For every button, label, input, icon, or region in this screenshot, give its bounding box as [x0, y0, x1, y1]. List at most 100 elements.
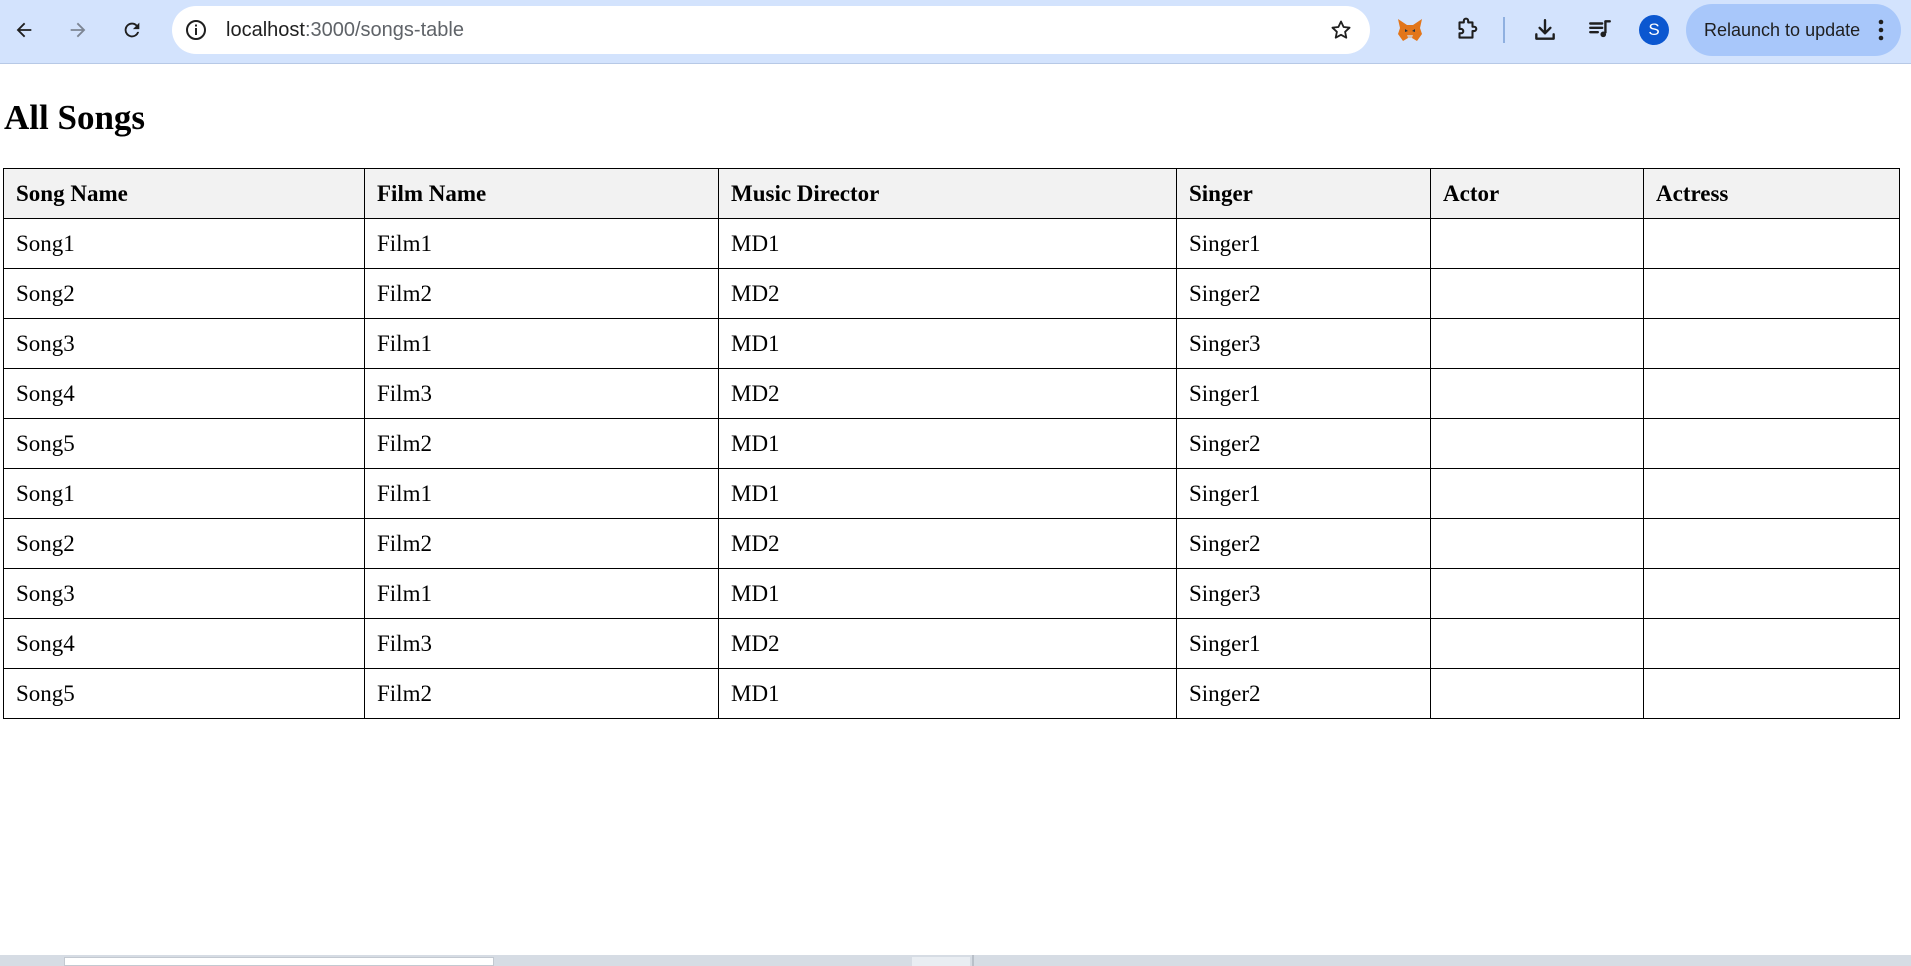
column-header-actor: Actor — [1430, 168, 1644, 219]
table-row: Song4 Film3 MD2 Singer1 — [3, 368, 1900, 419]
cell-actor — [1430, 618, 1644, 669]
cell-song-name: Song2 — [3, 518, 365, 569]
cell-film-name: Film3 — [364, 368, 719, 419]
cell-actor — [1430, 668, 1644, 719]
cell-music-director: MD2 — [718, 618, 1177, 669]
table-row: Song5 Film2 MD1 Singer2 — [3, 418, 1900, 469]
cell-actress — [1643, 668, 1900, 719]
forward-button[interactable] — [60, 12, 96, 48]
cell-actress — [1643, 518, 1900, 569]
cell-singer: Singer1 — [1176, 368, 1431, 419]
cell-actor — [1430, 368, 1644, 419]
cell-film-name: Film1 — [364, 468, 719, 519]
cell-singer: Singer2 — [1176, 268, 1431, 319]
arrow-right-icon — [70, 22, 86, 38]
reload-icon — [124, 22, 140, 38]
cell-song-name: Song3 — [3, 318, 365, 369]
cell-music-director: MD1 — [718, 568, 1177, 619]
table-row: Song5 Film2 MD1 Singer2 — [3, 668, 1900, 719]
cell-music-director: MD1 — [718, 668, 1177, 719]
avatar[interactable]: S — [1639, 15, 1669, 45]
cell-film-name: Film2 — [364, 418, 719, 469]
column-header-actress: Actress — [1643, 168, 1900, 219]
relaunch-button[interactable]: Relaunch to update — [1686, 4, 1901, 56]
relaunch-label: Relaunch to update — [1704, 20, 1861, 40]
puzzle-icon[interactable] — [1450, 14, 1482, 46]
arrow-left-icon — [16, 22, 32, 38]
url-host: localhost — [226, 19, 305, 41]
table-row: Song3 Film1 MD1 Singer3 — [3, 318, 1900, 369]
browser-toolbar: localhost:3000/songs-table S Relaunch to… — [0, 0, 1911, 64]
download-icon[interactable] — [1529, 14, 1561, 46]
cell-actress — [1643, 268, 1900, 319]
cell-song-name: Song4 — [3, 368, 365, 419]
cell-song-name: Song1 — [3, 468, 365, 519]
cell-actress — [1643, 418, 1900, 469]
cell-song-name: Song2 — [3, 268, 365, 319]
cell-actress — [1643, 568, 1900, 619]
scrollbar-segment — [912, 957, 970, 966]
cell-music-director: MD2 — [718, 518, 1177, 569]
table-row: Song3 Film1 MD1 Singer3 — [3, 568, 1900, 619]
info-icon[interactable] — [182, 16, 210, 44]
url-path: :3000/songs-table — [304, 19, 464, 41]
star-icon[interactable] — [1328, 17, 1354, 43]
table-row: Song2 Film2 MD2 Singer2 — [3, 518, 1900, 569]
cell-actress — [1643, 618, 1900, 669]
songs-table: Song Name Film Name Music Director Singe… — [3, 168, 1900, 719]
cell-film-name: Film2 — [364, 268, 719, 319]
cell-film-name: Film1 — [364, 318, 719, 369]
scrollbar-divider — [972, 955, 974, 966]
cell-actor — [1430, 218, 1644, 269]
fox-extension-icon[interactable] — [1394, 14, 1426, 46]
horizontal-scrollbar[interactable] — [0, 955, 1911, 966]
cell-song-name: Song5 — [3, 418, 365, 469]
cell-film-name: Film3 — [364, 618, 719, 669]
cell-singer: Singer1 — [1176, 468, 1431, 519]
cell-song-name: Song3 — [3, 568, 365, 619]
cell-music-director: MD1 — [718, 468, 1177, 519]
cell-actress — [1643, 368, 1900, 419]
toolbar-divider — [1503, 17, 1505, 43]
table-row: Song4 Film3 MD2 Singer1 — [3, 618, 1900, 669]
back-button[interactable] — [6, 12, 42, 48]
cell-actor — [1430, 468, 1644, 519]
reload-button[interactable] — [114, 12, 150, 48]
cell-singer: Singer3 — [1176, 568, 1431, 619]
cell-song-name: Song5 — [3, 668, 365, 719]
cell-singer: Singer2 — [1176, 418, 1431, 469]
cell-actress — [1643, 318, 1900, 369]
column-header-singer: Singer — [1176, 168, 1431, 219]
cell-actor — [1430, 518, 1644, 569]
kebab-menu-icon[interactable] — [1871, 18, 1891, 42]
cell-singer: Singer1 — [1176, 618, 1431, 669]
address-bar[interactable]: localhost:3000/songs-table — [172, 6, 1370, 54]
cell-music-director: MD2 — [718, 368, 1177, 419]
scrollbar-thumb[interactable] — [64, 957, 494, 966]
cell-actor — [1430, 318, 1644, 369]
cell-music-director: MD1 — [718, 318, 1177, 369]
page-title: All Songs — [4, 98, 146, 137]
table-row: Song1 Film1 MD1 Singer1 — [3, 468, 1900, 519]
url-text[interactable]: localhost:3000/songs-table — [226, 6, 464, 54]
cell-singer: Singer2 — [1176, 518, 1431, 569]
cell-film-name: Film2 — [364, 668, 719, 719]
cell-actor — [1430, 268, 1644, 319]
cell-actor — [1430, 568, 1644, 619]
cell-actress — [1643, 218, 1900, 269]
cell-film-name: Film1 — [364, 568, 719, 619]
playlist-icon[interactable] — [1584, 14, 1616, 46]
table-row: Song2 Film2 MD2 Singer2 — [3, 268, 1900, 319]
table-header-row: Song Name Film Name Music Director Singe… — [3, 168, 1900, 219]
column-header-film-name: Film Name — [364, 168, 719, 219]
cell-singer: Singer3 — [1176, 318, 1431, 369]
column-header-song-name: Song Name — [3, 168, 365, 219]
cell-singer: Singer2 — [1176, 668, 1431, 719]
cell-actress — [1643, 468, 1900, 519]
cell-music-director: MD1 — [718, 418, 1177, 469]
cell-music-director: MD2 — [718, 268, 1177, 319]
cell-singer: Singer1 — [1176, 218, 1431, 269]
cell-song-name: Song4 — [3, 618, 365, 669]
table-row: Song1 Film1 MD1 Singer1 — [3, 218, 1900, 269]
column-header-music-director: Music Director — [718, 168, 1177, 219]
